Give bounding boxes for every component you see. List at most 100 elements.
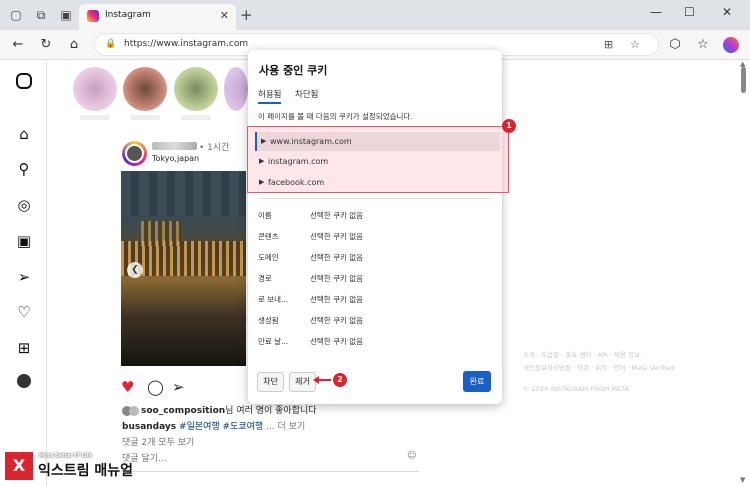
footer-links[interactable]: 소개 · 도움말 · 홍보 센터 · API · 채용 정보 · <box>523 349 644 359</box>
app-available-icon[interactable]: ⊞ <box>604 38 613 51</box>
cookie-item[interactable]: ▶ www.instagram.com <box>255 132 500 151</box>
detail-value: 선택한 쿠키 없음 <box>310 337 364 346</box>
tab-title: Instagram <box>105 10 151 20</box>
detail-value: 선택한 쿠키 없음 <box>310 274 364 283</box>
story-name <box>130 115 160 120</box>
page-scrollbar[interactable]: ▲ ▼ <box>738 60 750 486</box>
new-tab-button[interactable]: + <box>240 6 253 24</box>
post-location[interactable]: Tokyo,japan <box>152 154 199 163</box>
instagram-logo-icon[interactable] <box>16 73 32 89</box>
lock-icon[interactable]: 🔒 <box>105 39 116 49</box>
carousel-prev-button[interactable]: ❮ <box>127 262 143 278</box>
profile-icon[interactable]: ▢ <box>8 7 24 23</box>
share-icon[interactable]: ➢ <box>172 378 185 396</box>
reels-nav-icon[interactable]: ▣ <box>14 231 34 251</box>
cookie-item[interactable]: ▶ facebook.com <box>255 173 500 192</box>
footer-links-2[interactable]: 개인정보처리방침 · 약관 · 위치 · 언어 · Meta Verified <box>523 362 674 372</box>
step-badge-2: 2 <box>333 373 347 387</box>
liker-avatar <box>129 405 139 416</box>
story-avatar[interactable] <box>73 67 117 111</box>
cookies-dialog: 사용 중인 쿠키 허용됨 차단됨 이 페이지를 볼 때 다음의 쿠키가 설정되었… <box>248 50 502 404</box>
explore-nav-icon[interactable]: ◎ <box>14 195 34 215</box>
search-nav-icon[interactable]: ⚲ <box>14 159 34 179</box>
annotation-arrow <box>317 379 331 381</box>
minimize-icon[interactable]: — <box>650 5 662 19</box>
profile-nav-icon[interactable] <box>17 374 31 388</box>
done-button[interactable]: 완료 <box>463 371 491 392</box>
detail-label: 이름 <box>258 211 272 220</box>
caption-user[interactable]: busandays <box>122 422 176 432</box>
watermark-subtitle: More Better IT Life <box>39 453 93 459</box>
scroll-down-icon[interactable]: ▼ <box>740 476 745 484</box>
browser-titlebar: ▢ ⧉ ▣ Instagram ✕ + — ☐ ✕ <box>0 0 750 30</box>
refresh-icon[interactable]: ↻ <box>38 37 54 52</box>
detail-value: 선택한 쿠키 없음 <box>310 316 364 325</box>
workspaces-icon[interactable]: ⧉ <box>33 7 49 23</box>
notifications-nav-icon[interactable]: ♡ <box>14 302 34 322</box>
scroll-thumb[interactable] <box>741 67 746 93</box>
remove-button[interactable]: 제거 <box>289 372 316 392</box>
tab-instagram[interactable]: Instagram ✕ <box>79 4 236 30</box>
comment-icon[interactable]: ◯ <box>147 378 164 396</box>
home-nav-icon[interactable]: ⌂ <box>14 124 34 144</box>
instagram-sidebar: ⌂ ⚲ ◎ ▣ ➢ ♡ ⊞ <box>0 61 47 486</box>
detail-value: 선택한 쿠키 없음 <box>310 211 364 220</box>
post-divider <box>122 471 419 472</box>
close-window-icon[interactable]: ✕ <box>722 5 732 19</box>
detail-value: 선택한 쿠키 없음 <box>310 232 364 241</box>
caption-more[interactable]: ... 더 보기 <box>266 422 305 432</box>
tab-actions-icon[interactable]: ▣ <box>58 7 74 23</box>
story-avatar[interactable] <box>123 67 167 111</box>
url-text[interactable]: https://www.instagram.com <box>124 39 248 49</box>
detail-label: 도메인 <box>258 253 279 262</box>
view-comments-link[interactable]: 댓글 2개 모두 보기 <box>122 435 194 448</box>
post-avatar[interactable] <box>122 141 147 166</box>
back-icon[interactable]: ← <box>10 37 26 52</box>
likes-user[interactable]: soo_composition <box>141 406 225 416</box>
dialog-title: 사용 중인 쿠키 <box>259 64 328 77</box>
footer-copyright: © 2024 INSTAGRAM FROM META <box>523 385 629 393</box>
detail-label: 콘텐츠 <box>258 232 279 241</box>
watermark-title: 익스트림 매뉴얼 <box>38 463 134 479</box>
tab-blocked[interactable]: 차단됨 <box>295 88 318 100</box>
watermark-logo: X <box>5 452 33 480</box>
like-icon[interactable]: ♥ <box>121 378 134 396</box>
detail-value: 선택한 쿠키 없음 <box>310 295 364 304</box>
likes-suffix[interactable]: 님 여러 명이 좋아합니다 <box>225 406 316 416</box>
caption-line: busandays #일본여행 #도쿄여행 ... 더 보기 <box>122 419 305 432</box>
detail-value: 선택한 쿠키 없음 <box>310 253 364 262</box>
tab-allowed[interactable]: 허용됨 <box>258 88 282 104</box>
expand-arrow-icon[interactable]: ▶ <box>261 132 266 151</box>
post-time: • 1시간 <box>199 143 230 153</box>
expand-arrow-icon[interactable]: ▶ <box>259 152 264 171</box>
step-badge-1: 1 <box>502 119 516 133</box>
maximize-icon[interactable]: ☐ <box>684 5 695 19</box>
emoji-icon[interactable]: ☺ <box>407 451 416 461</box>
cookie-list: ▶ www.instagram.com ▶ instagram.com ▶ faceb… <box>247 126 509 193</box>
tab-close-icon[interactable]: ✕ <box>220 9 229 22</box>
block-button[interactable]: 차단 <box>257 372 284 392</box>
story-name <box>181 115 211 120</box>
instagram-favicon-icon <box>87 10 99 22</box>
likes-line: soo_composition님 여러 명이 좋아합니다 <box>122 403 317 416</box>
favorite-star-icon[interactable]: ☆ <box>630 38 640 51</box>
story-name <box>80 115 110 120</box>
create-nav-icon[interactable]: ⊞ <box>14 338 34 358</box>
story-avatar[interactable] <box>174 67 218 111</box>
messages-nav-icon[interactable]: ➢ <box>14 267 34 287</box>
home-icon[interactable]: ⌂ <box>66 37 82 52</box>
detail-label: 생성됨 <box>258 316 279 325</box>
extensions-icon[interactable]: ⬡ <box>667 37 683 52</box>
copilot-icon[interactable] <box>723 37 739 53</box>
expand-arrow-icon[interactable]: ▶ <box>259 173 264 192</box>
detail-label: 로 보내... <box>258 295 289 304</box>
caption-tags[interactable]: #일본여행 #도쿄여행 <box>179 422 263 432</box>
dialog-description: 이 페이지를 볼 때 다음의 쿠키가 설정되었습니다. <box>258 112 413 121</box>
detail-label: 만료 날... <box>258 337 289 346</box>
story-avatar[interactable] <box>224 67 248 111</box>
dialog-divider <box>258 198 492 199</box>
detail-label: 경로 <box>258 274 272 283</box>
cookie-item[interactable]: ▶ instagram.com <box>255 152 500 171</box>
favorites-bar-icon[interactable]: ☆ <box>695 37 711 52</box>
post-username-blurred[interactable] <box>152 142 197 150</box>
